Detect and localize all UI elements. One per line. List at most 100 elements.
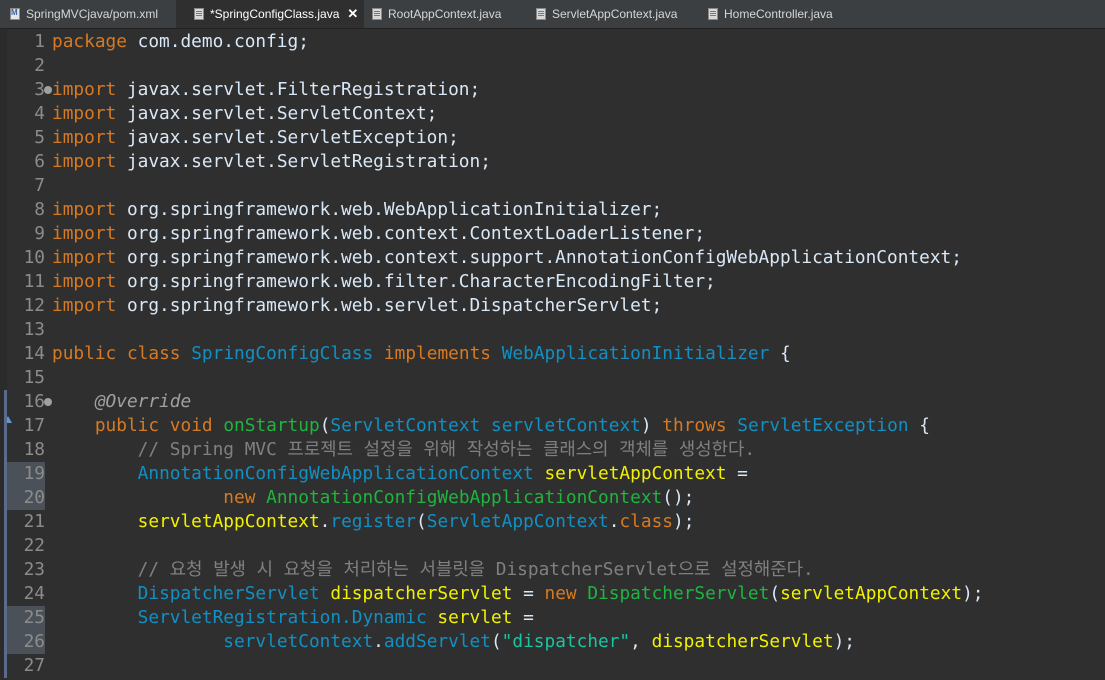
code-line[interactable]: public void onStartup(ServletContext ser… <box>52 414 930 438</box>
code-line[interactable]: AnnotationConfigWebApplicationContext se… <box>52 462 748 486</box>
code-token: servletContext <box>223 631 374 652</box>
code-token: { <box>908 415 930 436</box>
code-token: package <box>52 31 127 52</box>
code-token: public <box>52 343 117 364</box>
code-token: import <box>52 127 117 148</box>
code-token: javax.servlet.FilterRegistration; <box>116 79 481 100</box>
fold-toggle-icon[interactable] <box>44 398 52 406</box>
code-token: new <box>223 487 256 508</box>
code-token: ( <box>416 511 427 532</box>
code-token: DispatcherServlet <box>587 583 770 604</box>
code-line[interactable]: import org.springframework.web.servlet.D… <box>52 294 662 318</box>
code-token: ServletException <box>737 415 909 436</box>
code-line[interactable]: import org.springframework.web.WebApplic… <box>52 198 662 222</box>
code-line[interactable]: import javax.servlet.ServletContext; <box>52 102 437 126</box>
code-token: javax.servlet.ServletContext; <box>116 103 438 124</box>
tab-spring-config-class[interactable]: *SpringConfigClass.java ✕ <box>176 0 364 28</box>
code-token: DispatcherServlet <box>137 583 320 604</box>
code-token: // Spring MVC 프로젝트 설정을 위해 작성하는 클래스의 객체를 … <box>137 439 756 460</box>
code-line[interactable]: import javax.servlet.ServletRegistration… <box>52 150 491 174</box>
line-number: 10 <box>23 247 45 268</box>
code-line[interactable]: import org.springframework.web.context.C… <box>52 222 705 246</box>
java-file-icon <box>372 8 382 20</box>
code-line[interactable]: // 요청 발생 시 요청을 처리하는 서블릿을 DispatcherServl… <box>52 558 814 582</box>
close-tab-icon[interactable]: ✕ <box>347 6 358 22</box>
line-number: 16 <box>23 391 45 412</box>
code-editor[interactable]: package com.demo.config; import javax.ser… <box>52 29 1105 680</box>
line-number: 13 <box>23 319 45 340</box>
code-line[interactable]: import org.springframework.web.filter.Ch… <box>52 270 716 294</box>
line-number: 27 <box>23 655 45 676</box>
code-token: import <box>52 103 117 124</box>
code-line[interactable]: // Spring MVC 프로젝트 설정을 위해 작성하는 클래스의 객체를 … <box>52 438 755 462</box>
code-token: register <box>330 511 417 532</box>
code-token: org.springframework.web.WebApplicationIn… <box>116 199 663 220</box>
line-number: 7 <box>34 175 45 196</box>
code-token: , <box>630 631 652 652</box>
editor-tab-bar: SpringMVCjava/pom.xml *SpringConfigClass… <box>0 0 1105 29</box>
tab-pom-xml[interactable]: SpringMVCjava/pom.xml <box>0 0 176 28</box>
code-line[interactable]: ServletRegistration.Dynamic servlet = <box>52 606 534 630</box>
code-line[interactable]: package com.demo.config; <box>52 30 309 54</box>
code-token: @Override <box>94 391 192 412</box>
line-number: 18 <box>23 439 45 460</box>
code-token: void <box>169 415 213 436</box>
code-token: org.springframework.web.context.support.… <box>116 247 962 268</box>
code-token: AnnotationConfigWebApplicationContext <box>266 487 663 508</box>
code-token: = <box>512 607 534 628</box>
code-token: import <box>52 79 117 100</box>
line-number: 15 <box>23 367 45 388</box>
code-line[interactable]: new AnnotationConfigWebApplicationContex… <box>52 486 694 510</box>
code-token: org.springframework.web.context.ContextL… <box>116 223 706 244</box>
java-file-icon <box>194 8 204 20</box>
code-token: servlet <box>437 607 513 628</box>
code-token: addServlet <box>383 631 491 652</box>
code-line[interactable]: import org.springframework.web.context.s… <box>52 246 962 270</box>
java-file-icon <box>708 8 718 20</box>
code-token: org.springframework.web.filter.Character… <box>116 271 716 292</box>
code-line[interactable]: public class SpringConfigClass implement… <box>52 342 791 366</box>
code-line[interactable]: servletContext.addServlet("dispatcher", … <box>52 630 855 654</box>
line-number: 26 <box>7 630 45 654</box>
code-token: . <box>373 631 384 652</box>
fold-toggle-icon[interactable] <box>44 86 52 94</box>
code-line[interactable]: @Override <box>52 390 191 414</box>
tab-root-app-context[interactable]: RootAppContext.java <box>364 0 528 28</box>
tab-servlet-app-context[interactable]: ServletAppContext.java <box>528 0 700 28</box>
tab-label: HomeController.java <box>724 7 833 21</box>
code-token: // 요청 발생 시 요청을 처리하는 서블릿을 DispatcherServl… <box>137 559 814 580</box>
code-token: servletAppContext <box>780 583 963 604</box>
code-token: servletAppContext <box>544 463 727 484</box>
code-token: = <box>726 463 748 484</box>
code-token: . <box>319 511 331 532</box>
line-number: 9 <box>34 223 45 244</box>
code-token: (); <box>662 487 695 508</box>
code-token: import <box>52 295 117 316</box>
code-line[interactable]: servletAppContext.register(ServletAppCon… <box>52 510 695 534</box>
code-token: ) <box>640 415 663 436</box>
tab-home-controller[interactable]: HomeController.java <box>700 0 860 28</box>
line-number: 5 <box>34 127 45 148</box>
code-line[interactable]: import javax.servlet.FilterRegistration; <box>52 78 480 102</box>
code-token: org.springframework.web.servlet.Dispatch… <box>116 295 663 316</box>
code-token: ServletRegistration.Dynamic <box>137 607 427 628</box>
code-line[interactable]: DispatcherServlet dispatcherServlet = ne… <box>52 582 984 606</box>
code-token: class <box>126 343 181 364</box>
code-line[interactable]: import javax.servlet.ServletException; <box>52 126 459 150</box>
line-number: 24 <box>23 583 45 604</box>
line-number: 8 <box>34 199 45 220</box>
line-number: 21 <box>23 511 45 532</box>
